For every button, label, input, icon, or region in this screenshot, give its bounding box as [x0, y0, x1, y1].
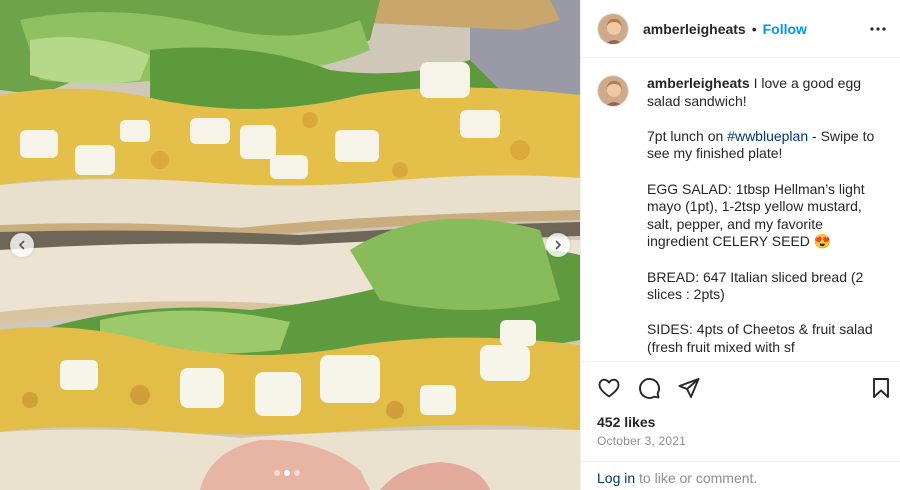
avatar[interactable] [597, 12, 629, 45]
chevron-right-icon [555, 240, 561, 250]
bookmark-icon[interactable] [869, 376, 893, 400]
caption-username[interactable]: amberleigheats [647, 75, 750, 91]
post-side-panel: amberleigheats • Follow amberleigheats I… [580, 0, 900, 490]
caption-text: amberleigheats I love a good egg salad s… [647, 75, 885, 360]
caption-paragraph: EGG SALAD: 1tbsp Hellman’s light mayo (1… [647, 180, 865, 250]
action-bar [581, 361, 900, 411]
carousel-dot [274, 470, 280, 476]
post-date: October 3, 2021 [597, 434, 687, 448]
follow-button[interactable]: Follow [763, 21, 807, 37]
login-link[interactable]: Log in [597, 470, 635, 486]
caption-row: amberleigheats I love a good egg salad s… [597, 75, 885, 360]
heart-icon[interactable] [597, 376, 621, 400]
separator-dot: • [751, 20, 757, 37]
comment-icon[interactable] [637, 376, 661, 400]
more-horizontal-icon[interactable] [869, 20, 887, 38]
post-header: amberleigheats • Follow [581, 0, 900, 58]
caption-avatar[interactable] [597, 75, 629, 107]
hashtag-link[interactable]: #wwblueplan [727, 128, 808, 144]
carousel-dot [294, 470, 300, 476]
carousel-dot [284, 470, 290, 476]
caption-area: amberleigheats I love a good egg salad s… [581, 59, 900, 360]
like-count[interactable]: 452 likes [597, 414, 655, 430]
caption-paragraph: BREAD: 647 Italian sliced bread (2 slice… [647, 268, 864, 303]
carousel-prev-button[interactable] [10, 233, 34, 257]
caption-paragraph: amberleigheats I love a good egg salad s… [647, 75, 885, 110]
login-prompt: Log in to like or comment. [581, 461, 900, 490]
caption-paragraph: SIDES: 4pts of Cheetos & fruit salad (fr… [647, 321, 873, 355]
sandwich-image [0, 0, 580, 490]
post-photo[interactable] [0, 0, 580, 490]
carousel-indicator [274, 470, 300, 476]
carousel-next-button[interactable] [546, 233, 570, 257]
username[interactable]: amberleigheats [643, 21, 746, 37]
caption-paragraph: 7pt lunch on #wwblueplan - Swipe to see … [647, 128, 885, 163]
chevron-left-icon [19, 240, 25, 250]
caption-line: 7pt lunch on [647, 127, 728, 144]
login-prompt-text: to like or comment. [635, 470, 758, 486]
send-icon[interactable] [677, 376, 701, 400]
